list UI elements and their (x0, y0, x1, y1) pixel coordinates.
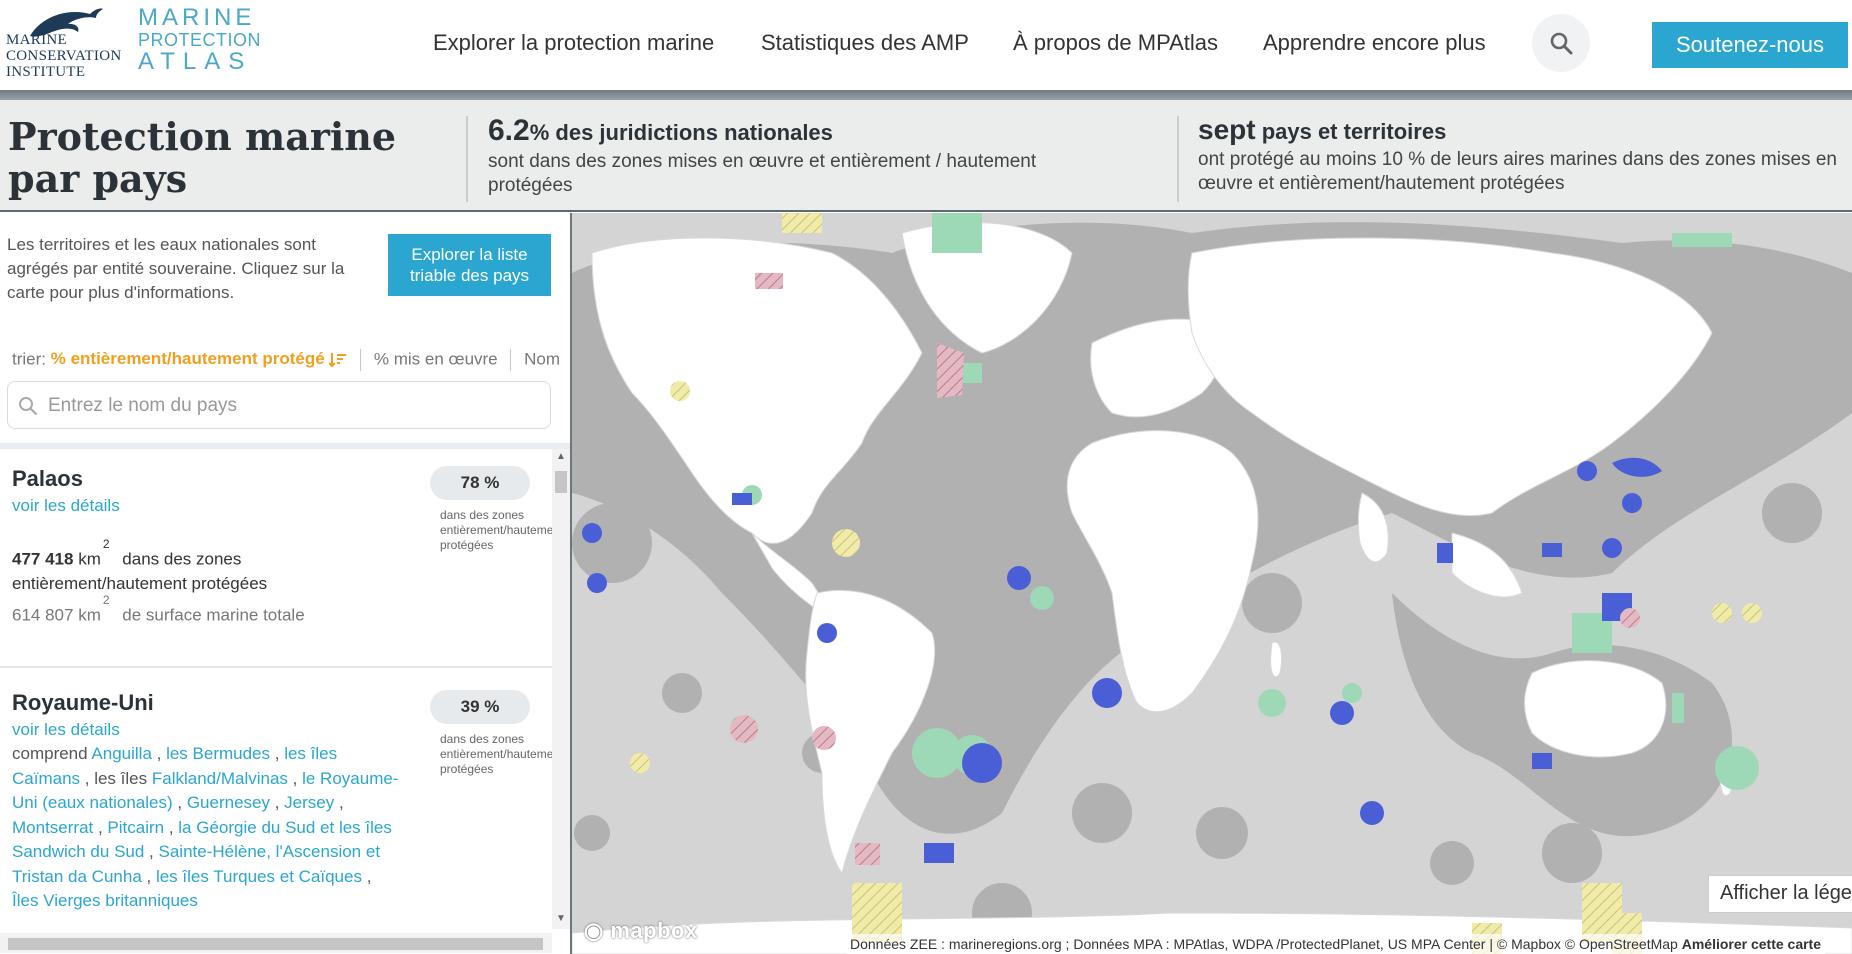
protection-percentage: 78 % (430, 466, 530, 500)
territory-link[interactable]: Jersey (284, 793, 334, 812)
stat-1-description: sont dans des zones mises en œuvre et en… (488, 151, 1037, 196)
scrollbar-thumb[interactable] (8, 938, 543, 950)
area-unit-exponent: 2 (102, 593, 110, 607)
country-list-panel: Les territoires et les eaux nationales s… (0, 213, 572, 954)
nav-learn-more[interactable]: Apprendre encore plus (1263, 30, 1486, 56)
scroll-down-arrow[interactable]: ▼ (556, 913, 566, 924)
sort-fully-protected[interactable]: % entièrement/hautement protégé (51, 349, 352, 368)
view-details-link[interactable]: voir les détails (12, 496, 120, 516)
country-name: Palaos (12, 466, 83, 491)
protected-area: 477 418 km2 dans des zones entièrement/h… (12, 537, 312, 596)
show-legend-button[interactable]: Afficher la légende (1708, 875, 1852, 913)
territory-link[interactable]: les îles Turques et Caïques (156, 867, 362, 886)
territory-link[interactable]: Falkland/Malvinas (152, 769, 288, 788)
protection-percentage: 39 % (430, 690, 530, 724)
stat-2-description: ont protégé au moins 10 % de leurs aires… (1198, 149, 1837, 194)
list-top-border (0, 443, 570, 449)
mci-line-3: INSTITUTE (6, 64, 86, 80)
country-item-united-kingdom[interactable]: Royaume-Uni voir les détails 39 % dans d… (0, 690, 552, 930)
vertical-scrollbar[interactable]: ▲ ▼ (552, 449, 570, 929)
stat-national-jurisdictions: 6.2% des juridictions nationales sont da… (488, 114, 1108, 198)
nav-about[interactable]: À propos de MPAtlas (1013, 30, 1218, 56)
includes-label: comprend (12, 744, 88, 763)
stat-countries: sept pays et territoires ont protégé au … (1198, 114, 1848, 196)
protected-area-value: 477 418 (12, 549, 74, 569)
country-search-field[interactable] (7, 381, 551, 429)
area-unit: km (78, 549, 101, 569)
territory-prefix: les îles (94, 768, 148, 788)
row-divider (0, 666, 552, 668)
stat-2-heading: pays et territoires (1255, 119, 1447, 144)
nav-explore[interactable]: Explorer la protection marine (433, 30, 714, 56)
map-attribution: Données ZEE : marineregions.org ; Donnée… (846, 934, 1826, 954)
sort-name[interactable]: Nom (524, 349, 560, 368)
sort-fully-protected-label: % entièrement/hautement protégé (50, 349, 325, 369)
sort-descending-icon (328, 353, 347, 368)
nav-statistics[interactable]: Statistiques des AMP (761, 30, 969, 56)
percentage-caption: dans des zones entièrement/hautement pro… (440, 732, 552, 776)
mapbox-logo-text: mapbox (610, 918, 698, 943)
attribution-text: Données ZEE : marineregions.org ; Donnée… (850, 936, 1678, 952)
mci-line-2: CONSERVATION (6, 48, 122, 64)
page-title: Protection marine par pays (8, 114, 397, 201)
territory-link[interactable]: les Bermudes (166, 744, 270, 763)
country-item-palau[interactable]: Palaos voir les détails 78 % dans des zo… (0, 466, 552, 626)
panel-intro: Les territoires et les eaux nationales s… (7, 235, 345, 302)
total-marine-area: 614 807 km2 de surface marine totale (12, 593, 305, 626)
sort-separator (510, 349, 512, 371)
territories-list: comprend Anguilla , les Bermudes , les î… (12, 744, 399, 910)
explore-sortable-list-button[interactable]: Explorer la liste triable des pays (388, 234, 551, 296)
area-unit-exponent: 2 (102, 537, 110, 551)
view-details-link[interactable]: voir les détails (12, 720, 120, 740)
mpa-line-2: PROTECTION (138, 30, 262, 50)
improve-map-link[interactable]: Améliorer cette carte (1682, 936, 1821, 952)
site-header: MARINE CONSERVATION INSTITUTE MARINE PRO… (0, 0, 1852, 90)
country-search-input[interactable] (48, 391, 538, 421)
territory-link[interactable]: Îles Vierges britanniques (12, 891, 198, 910)
mpa-line-3: ATLAS (138, 48, 253, 75)
mapbox-logo-icon: ◉ (584, 918, 604, 943)
horizontal-scrollbar[interactable] (0, 933, 552, 953)
sort-separator (360, 349, 362, 371)
mpa-line-1: MARINE (138, 4, 256, 31)
support-button[interactable]: Soutenez-nous (1652, 22, 1848, 68)
header-divider (0, 90, 1852, 100)
total-area-value: 614 807 (12, 605, 74, 625)
scrollbar-thumb[interactable] (555, 471, 567, 493)
sort-label: trier: (12, 349, 46, 369)
stats-divider (1177, 116, 1179, 202)
stat-1-heading: % des juridictions nationales (529, 120, 833, 145)
stats-divider (466, 116, 468, 202)
mapbox-logo[interactable]: ◉ mapbox (584, 918, 698, 944)
country-name: Royaume-Uni (12, 690, 154, 715)
search-icon (1550, 32, 1573, 55)
marine-conservation-institute-logo[interactable]: MARINE CONSERVATION INSTITUTE (6, 6, 122, 82)
world-map[interactable] (572, 213, 1852, 954)
total-area-suffix: de surface marine totale (122, 605, 305, 625)
sort-implemented[interactable]: % mis en œuvre (374, 349, 498, 368)
territory-link[interactable]: Anguilla (91, 744, 152, 763)
stat-2-value: sept (1198, 114, 1256, 145)
area-unit: km (78, 605, 101, 625)
territory-link[interactable]: Montserrat (12, 818, 93, 837)
search-icon (19, 397, 38, 416)
sort-bar: trier: % entièrement/hautement protégé %… (12, 349, 560, 371)
scroll-up-arrow[interactable]: ▲ (556, 451, 566, 462)
header-search-button[interactable] (1532, 14, 1590, 72)
map-canvas (572, 213, 1852, 954)
stat-1-value: 6.2 (488, 114, 530, 147)
percentage-caption: dans des zones entièrement/hautement pro… (440, 508, 552, 552)
territory-link[interactable]: Pitcairn (107, 818, 164, 837)
stats-band: Protection marine par pays 6.2% des juri… (0, 100, 1852, 212)
mci-line-1: MARINE (6, 32, 67, 48)
mpatlas-logo[interactable]: MARINE PROTECTION ATLAS (138, 6, 268, 74)
territory-link[interactable]: Guernesey (187, 793, 270, 812)
